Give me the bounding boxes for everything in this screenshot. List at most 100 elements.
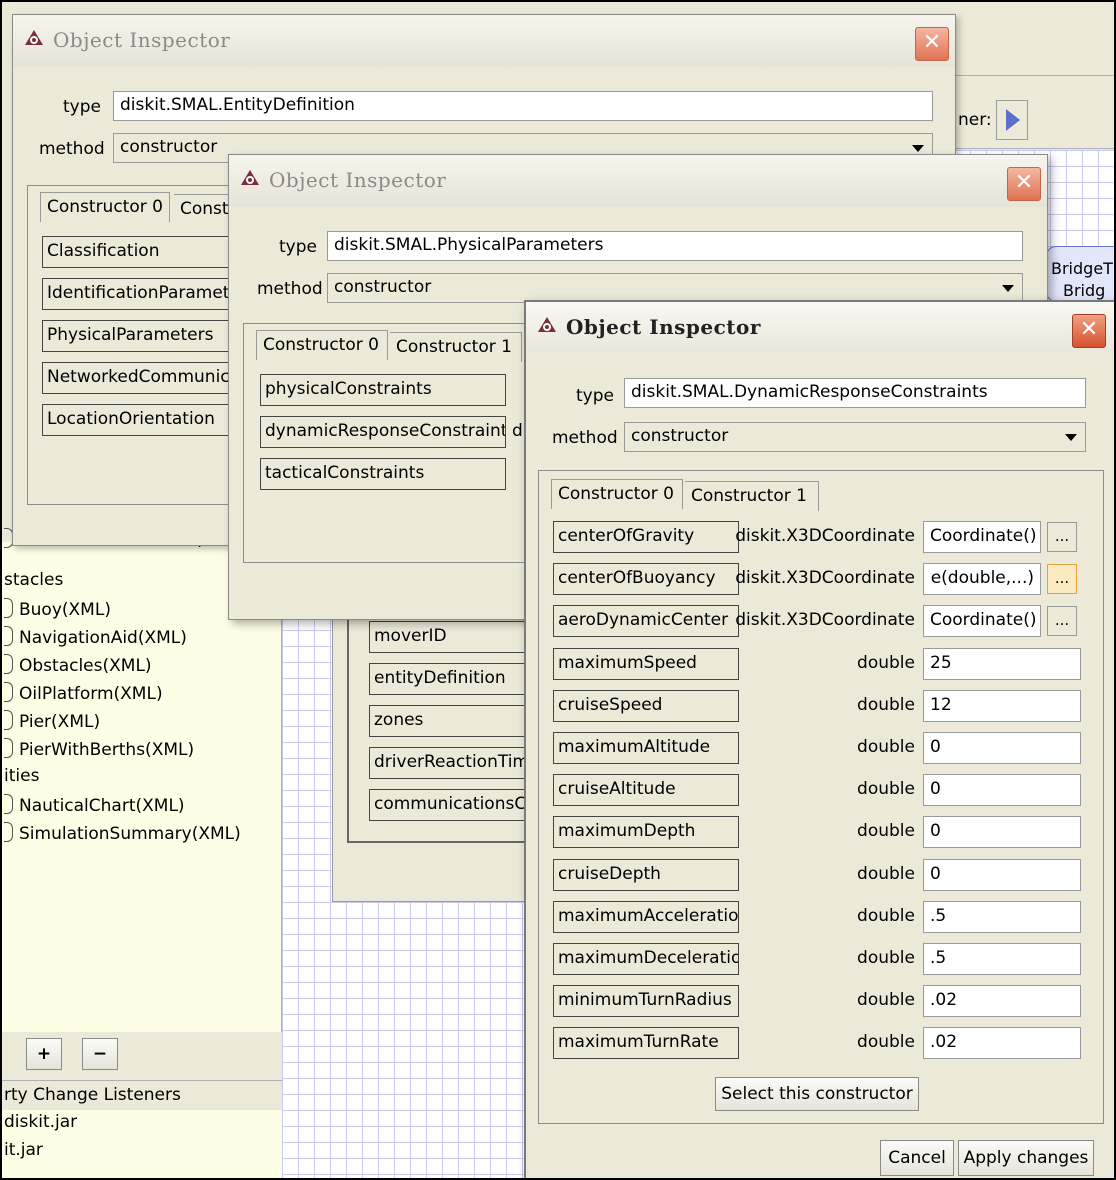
- param-value-field[interactable]: .02: [923, 985, 1081, 1018]
- type-field[interactable]: diskit.SMAL.EntityDefinition: [113, 91, 933, 121]
- param-value-field[interactable]: 0: [923, 816, 1081, 849]
- param-value-field[interactable]: 12: [923, 689, 1081, 722]
- close-icon[interactable]: ✕: [915, 27, 949, 61]
- method-label: method: [257, 279, 323, 299]
- inspector-1-titlebar[interactable]: Object Inspector ✕: [13, 15, 955, 67]
- inspector-3-titlebar[interactable]: Object Inspector ✕: [526, 302, 1114, 354]
- param-button[interactable]: dynamicResponseConstraints: [260, 416, 506, 448]
- listeners-header: rty Change Listeners: [2, 1080, 282, 1110]
- type-field[interactable]: diskit.SMAL.DynamicResponseConstraints: [624, 378, 1086, 408]
- edit-object-button[interactable]: ...: [1047, 606, 1077, 637]
- param-value-field[interactable]: e(double,...): [923, 563, 1041, 596]
- apply-changes-button[interactable]: Apply changes: [958, 1140, 1094, 1176]
- jar-item[interactable]: it.jar: [4, 1140, 43, 1160]
- edit-object-button[interactable]: ...: [1047, 564, 1077, 595]
- app-icon: [241, 170, 259, 185]
- param-type: diskit.X3DCoordinate: [735, 610, 915, 631]
- param-name-button[interactable]: cruiseAltitude: [553, 774, 739, 807]
- param-value-field[interactable]: 0: [923, 858, 1081, 891]
- tree-item[interactable]: PierWithBerths(XML): [4, 738, 194, 760]
- param-value-field[interactable]: 0: [923, 774, 1081, 807]
- param-name-button[interactable]: maximumDeceleration: [553, 943, 739, 975]
- method-label: method: [39, 139, 105, 159]
- tree-item[interactable]: SimulationSummary(XML): [4, 822, 241, 844]
- run-button[interactable]: [996, 100, 1028, 140]
- object-inspector-3: Object Inspector ✕ type diskit.SMAL.Dyna…: [524, 300, 1114, 1178]
- edit-object-button[interactable]: ...: [1047, 522, 1077, 552]
- param-name-button[interactable]: centerOfBuoyancy: [553, 563, 739, 596]
- add-button[interactable]: +: [26, 1038, 62, 1070]
- method-dropdown[interactable]: constructor: [327, 273, 1023, 303]
- close-icon[interactable]: ✕: [1072, 314, 1106, 348]
- param-type: double: [857, 1032, 915, 1053]
- param-name-button[interactable]: centerOfGravity: [553, 521, 739, 553]
- param-value-field[interactable]: .5: [923, 900, 1081, 933]
- xml-file-icon: [4, 682, 13, 702]
- param-button[interactable]: Classification: [42, 236, 242, 268]
- param-name-button[interactable]: maximumDepth: [553, 816, 739, 849]
- mover-param[interactable]: driverReactionTime: [369, 747, 539, 779]
- param-type: diskit.X3DCoordinate: [735, 526, 915, 546]
- bridge-node-label: BridgeT: [1051, 259, 1113, 278]
- param-button[interactable]: tacticalConstraints: [260, 458, 506, 490]
- method-dropdown[interactable]: constructor: [624, 422, 1086, 452]
- tree-item-label: SimulationSummary(XML): [19, 824, 241, 844]
- remove-button[interactable]: −: [82, 1038, 118, 1070]
- param-type: double: [857, 737, 915, 757]
- tree-item[interactable]: NauticalChart(XML): [4, 794, 185, 816]
- tree-item-label: Obstacles(XML): [19, 656, 152, 676]
- param-value-field[interactable]: .5: [923, 943, 1081, 975]
- chevron-down-icon: [1002, 285, 1014, 292]
- cancel-button[interactable]: Cancel: [880, 1140, 954, 1176]
- param-name-button[interactable]: maximumTurnRate: [553, 1027, 739, 1060]
- tab-constructor-1[interactable]: Constructor 1: [685, 481, 819, 511]
- jar-item[interactable]: diskit.jar: [4, 1112, 77, 1132]
- param-button[interactable]: physicalConstraints: [260, 374, 506, 406]
- tree-item[interactable]: Buoy(XML): [4, 598, 111, 620]
- param-button[interactable]: NetworkedCommunicat: [42, 362, 242, 394]
- jar-list[interactable]: diskit.jar it.jar: [2, 1110, 282, 1178]
- method-label: method: [552, 428, 618, 448]
- close-icon[interactable]: ✕: [1007, 167, 1041, 201]
- param-name-button[interactable]: aeroDynamicCenter: [553, 605, 739, 638]
- inspector-2-titlebar[interactable]: Object Inspector ✕: [229, 155, 1047, 207]
- param-button[interactable]: LocationOrientation: [42, 404, 242, 436]
- tree-item[interactable]: Obstacles(XML): [4, 654, 152, 676]
- param-name-button[interactable]: maximumSpeed: [553, 647, 739, 680]
- param-button[interactable]: PhysicalParameters: [42, 320, 242, 352]
- param-type: double: [857, 652, 915, 673]
- tree-item-label: Buoy(XML): [19, 600, 111, 620]
- param-name-button[interactable]: cruiseSpeed: [553, 689, 739, 722]
- tab-constructor-0[interactable]: Constructor 0: [256, 330, 388, 360]
- mover-param[interactable]: moverID: [369, 621, 539, 653]
- param-name-button[interactable]: minimumTurnRadius: [553, 985, 739, 1018]
- select-constructor-button[interactable]: Select this constructor: [715, 1077, 919, 1111]
- screenshot-frame: ner: BridgeT Bridg CivilianPleasureCraft…: [0, 0, 1116, 1180]
- tree-item[interactable]: Pier(XML): [4, 710, 100, 732]
- mover-param[interactable]: zones: [369, 705, 539, 737]
- mover-param[interactable]: entityDefinition: [369, 663, 539, 695]
- bridge-node[interactable]: BridgeT Bridg: [1046, 246, 1114, 302]
- tab-constructor-0[interactable]: Constructor 0: [40, 192, 170, 222]
- param-value-field[interactable]: Coordinate(): [923, 521, 1041, 553]
- param-value-field[interactable]: 25: [923, 647, 1081, 680]
- tab-constructor-1[interactable]: Constructor 1: [390, 332, 522, 362]
- mover-param[interactable]: communicationsCh: [369, 789, 539, 821]
- param-value-field[interactable]: .02: [923, 1027, 1081, 1060]
- play-icon: [1006, 109, 1020, 131]
- param-value-field[interactable]: Coordinate(): [923, 605, 1041, 638]
- tree-item[interactable]: OilPlatform(XML): [4, 682, 163, 704]
- param-name-button[interactable]: maximumAltitude: [553, 732, 739, 764]
- tree-category[interactable]: ities: [4, 766, 39, 786]
- tab-constructor-0[interactable]: Constructor 0: [551, 479, 683, 509]
- param-name-button[interactable]: maximumAcceleration: [553, 900, 739, 933]
- param-name-button[interactable]: cruiseDepth: [553, 858, 739, 891]
- param-button[interactable]: IdentificationParamete: [42, 278, 242, 310]
- app-icon: [25, 30, 43, 45]
- constructor-tabs-panel: Constructor 0 Constructor 1 physicalCons…: [243, 323, 543, 563]
- tree-category[interactable]: stacles: [4, 570, 63, 590]
- tree-item[interactable]: NavigationAid(XML): [4, 626, 187, 648]
- type-field[interactable]: diskit.SMAL.PhysicalParameters: [327, 231, 1023, 261]
- param-value-field[interactable]: 0: [923, 732, 1081, 764]
- param-type: double: [857, 990, 915, 1011]
